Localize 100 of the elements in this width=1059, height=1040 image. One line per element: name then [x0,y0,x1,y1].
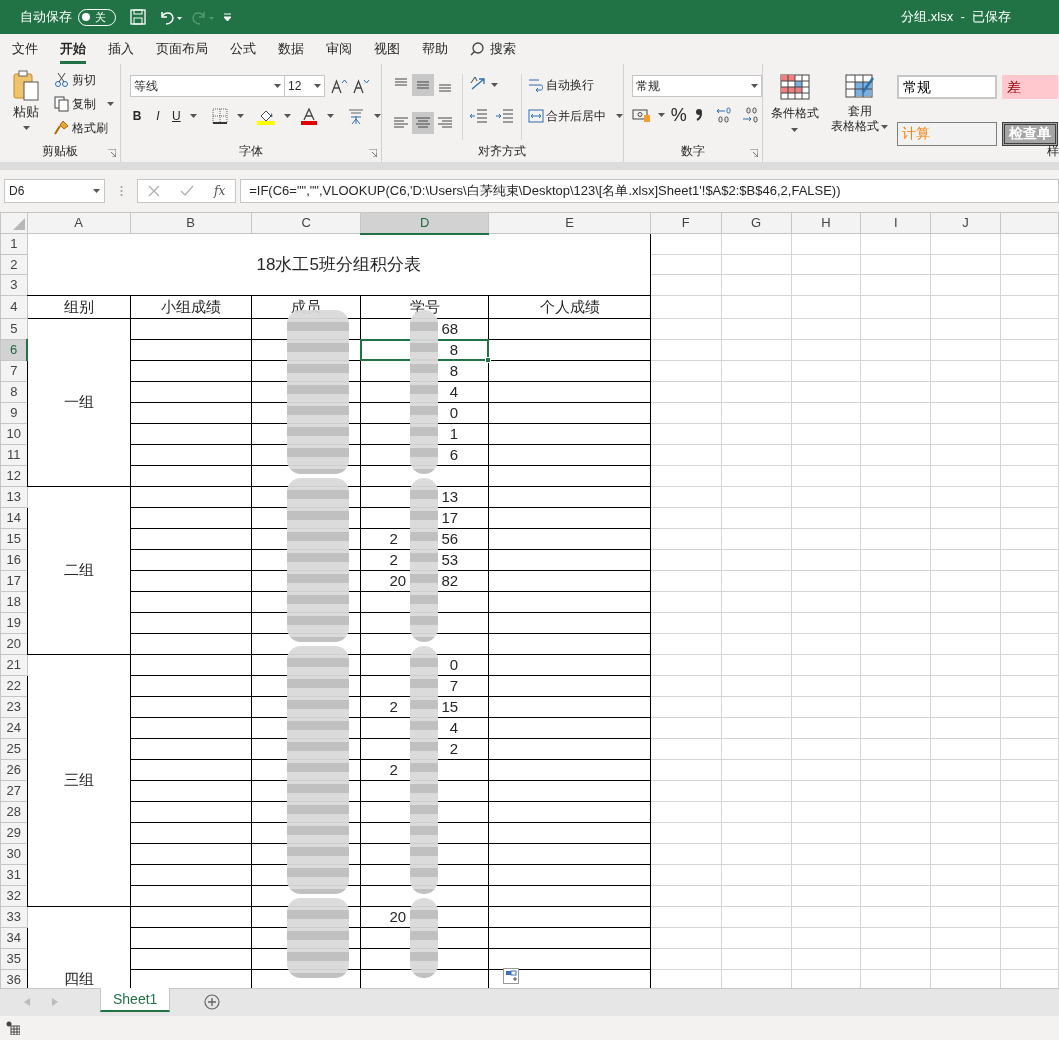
ribbon-tab[interactable]: 页面布局 [156,34,208,64]
column-header[interactable]: F [650,212,722,234]
ribbon-tab[interactable]: 文件 [12,34,38,64]
row-header[interactable]: 28 [0,801,28,823]
bold-button[interactable]: B [130,107,144,125]
caret-icon[interactable] [93,189,100,193]
row-header[interactable]: 29 [0,822,28,844]
copy-button[interactable]: 复制 [54,94,114,113]
caret-icon[interactable] [189,114,197,118]
caret-icon[interactable] [22,125,30,130]
format-painter-button[interactable]: 格式刷 [54,118,114,137]
font-color-icon[interactable] [299,107,318,125]
row-header[interactable]: 13 [0,486,28,508]
increase-font-size-icon[interactable] [330,78,348,94]
comma-style-icon[interactable] [694,108,703,122]
row-header[interactable]: 11 [0,444,28,466]
caret-icon[interactable] [657,113,665,117]
row-header[interactable]: 25 [0,738,28,760]
wrap-text-button[interactable]: 自动换行 [527,74,623,96]
decrease-font-size-icon[interactable] [352,78,370,94]
row-header[interactable]: 24 [0,717,28,739]
percent-button[interactable]: % [670,106,687,124]
column-header[interactable]: J [930,212,1001,234]
decrease-decimal-icon[interactable] [740,106,761,124]
row-header[interactable]: 12 [0,465,28,487]
column-header[interactable]: B [130,212,252,234]
row-header[interactable]: 17 [0,570,28,592]
row-header[interactable]: 34 [0,927,28,949]
caret-icon[interactable] [490,83,498,87]
phonetic-guide-icon[interactable] [346,107,365,125]
column-header[interactable]: H [791,212,861,234]
font-size-field[interactable]: 12 [285,75,325,97]
borders-icon[interactable] [211,108,228,124]
caret-icon[interactable] [881,124,889,129]
row-header[interactable]: 16 [0,549,28,571]
caret-icon[interactable] [107,101,114,106]
caret-icon[interactable] [236,114,244,118]
caret-icon[interactable] [750,84,758,88]
row-header[interactable]: 5 [0,318,28,340]
ribbon-tab[interactable]: 审阅 [326,34,352,64]
middle-align-icon[interactable] [411,74,434,96]
row-header[interactable]: 30 [0,843,28,865]
underline-button[interactable]: U [172,107,181,125]
row-header[interactable]: 10 [0,423,28,445]
merge-center-button[interactable]: 合并后居中 [527,105,623,127]
column-header[interactable]: A [27,212,130,234]
caret-icon[interactable] [791,128,799,132]
row-header[interactable]: 7 [0,360,28,382]
column-header[interactable]: C [251,212,361,234]
row-header[interactable]: 20 [0,633,28,655]
caret-icon[interactable] [283,114,291,118]
row-header[interactable]: 6 [0,339,28,361]
format-as-table-button[interactable]: 套用 表格格式 [828,74,891,162]
ribbon-tab[interactable]: 视图 [374,34,400,64]
column-header[interactable]: G [721,212,792,234]
row-header[interactable]: 4 [0,295,28,319]
checkmark-icon[interactable] [180,185,194,197]
paste-button[interactable]: 粘贴 [4,64,48,140]
sheet-tab[interactable]: Sheet1 [100,988,171,1012]
row-header[interactable]: 23 [0,696,28,718]
align-center-icon[interactable] [411,111,434,134]
caret-icon[interactable] [274,84,281,88]
ribbon-tab[interactable]: 公式 [230,34,256,64]
row-header[interactable]: 18 [0,591,28,613]
row-header[interactable]: 21 [0,654,28,676]
row-header[interactable]: 14 [0,507,28,529]
cut-button[interactable]: 剪切 [54,70,114,89]
row-header[interactable]: 19 [0,612,28,634]
save-icon[interactable] [130,9,146,25]
ribbon-tab[interactable]: 帮助 [422,34,448,64]
caret-icon[interactable] [615,114,623,118]
formula-input[interactable]: =IF(C6="","",VLOOKUP(C6,'D:\Users\白茅纯束\Desktop\123\[名单.xlsx]Sheet1'!$A$2:$B$46,2,FALSE)) [240,179,1059,203]
quick-analysis-icon[interactable] [503,968,519,984]
row-header[interactable]: 9 [0,402,28,424]
row-header[interactable]: 2 [0,254,28,275]
cell-style-swatch[interactable]: 差 [1001,75,1058,99]
accounting-format-icon[interactable] [631,107,652,123]
row-header[interactable]: 33 [0,906,28,928]
name-box[interactable]: D6 [4,179,105,203]
add-sheet-icon[interactable] [204,994,221,1010]
row-header[interactable]: 26 [0,759,28,781]
dialog-launcher-icon[interactable] [749,149,758,157]
row-header[interactable]: 15 [0,528,28,550]
conditional-formatting-button[interactable]: 条件格式 [766,74,823,162]
dialog-launcher-icon[interactable] [108,149,116,157]
row-header[interactable]: 22 [0,675,28,697]
row-header[interactable]: 8 [0,381,28,403]
caret-icon[interactable] [326,114,334,118]
row-header[interactable]: 3 [0,274,28,295]
cell-style-swatch[interactable]: 常规 [896,75,997,99]
row-header[interactable]: 31 [0,864,28,886]
insert-function-button[interactable]: fx [214,182,226,200]
font-name-field[interactable]: 等线 [130,75,285,97]
undo-icon[interactable] [158,9,182,25]
column-header[interactable]: D [360,212,489,234]
column-header[interactable]: I [861,212,931,234]
row-header[interactable]: 1 [0,233,28,254]
ribbon-tab[interactable]: 插入 [108,34,134,64]
customize-icon[interactable] [224,13,231,21]
number-format-field[interactable]: 常规 [631,75,762,97]
